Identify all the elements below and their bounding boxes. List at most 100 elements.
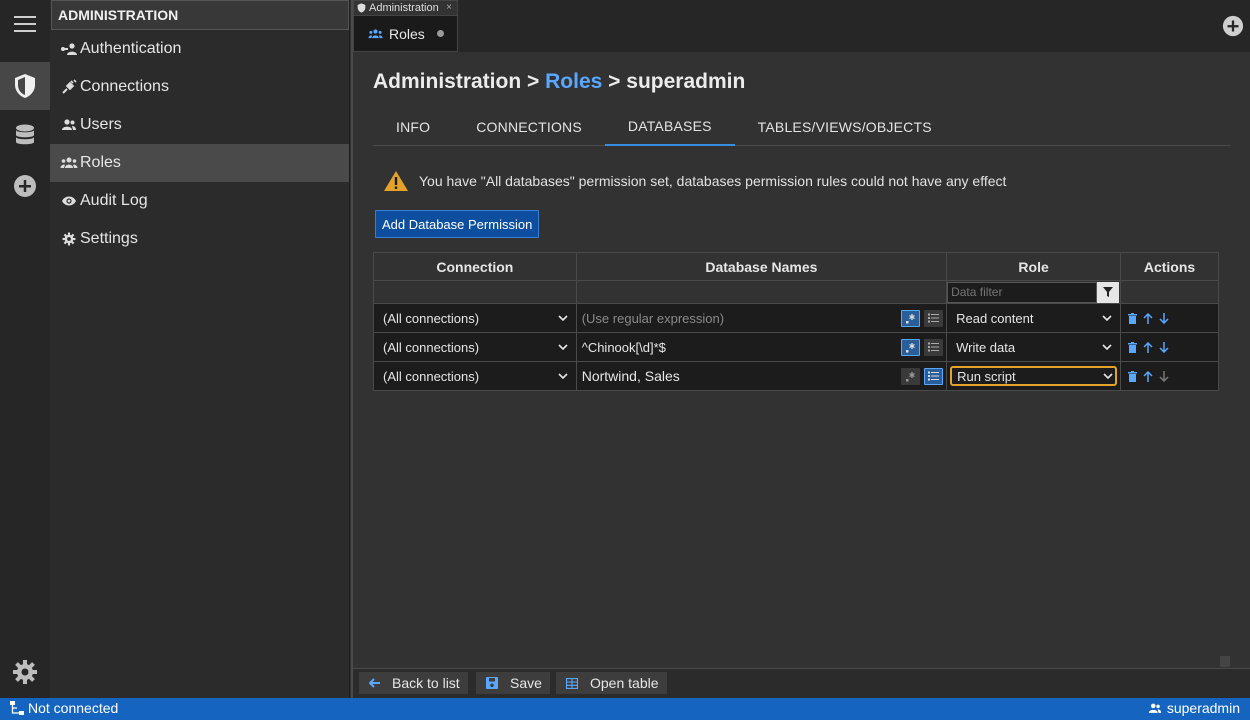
current-user[interactable]: superadmin <box>1148 700 1240 716</box>
connection-status[interactable]: Not connected <box>10 700 118 716</box>
plus-circle-icon <box>1222 15 1244 37</box>
filter-cell-empty <box>373 280 577 304</box>
arrow-up-icon[interactable] <box>1143 341 1153 353</box>
arrow-up-icon[interactable] <box>1143 370 1153 382</box>
connection-cell: (All connections) <box>373 303 577 333</box>
role-cell: Run script <box>946 361 1122 391</box>
sidebar-item-authentication[interactable]: Authentication <box>50 30 349 68</box>
unsaved-dot-icon <box>436 30 444 37</box>
save-label: Save <box>510 675 542 691</box>
sidebar-title: ADMINISTRATION <box>51 0 349 30</box>
sidebar-item-roles[interactable]: Roles <box>50 144 349 182</box>
breadcrumb-separator: > <box>608 70 621 93</box>
chevron-down-icon <box>558 344 568 350</box>
filter-icon <box>1103 287 1114 297</box>
regex-icon <box>906 371 915 381</box>
main-panel: Administration × Roles Administration > … <box>351 0 1250 698</box>
scrollbar-handle[interactable] <box>1220 656 1230 667</box>
database-input[interactable]: (Use regular expression) <box>582 311 897 326</box>
chevron-down-icon <box>1103 373 1113 379</box>
sidebar-item-label: Audit Log <box>80 192 148 209</box>
admin-rail-button[interactable] <box>0 62 50 110</box>
arrow-up-icon[interactable] <box>1143 312 1153 324</box>
tab-tables-views-objects[interactable]: TABLES/VIEWS/OBJECTS <box>735 108 955 146</box>
breadcrumb: Administration > Roles > superadmin <box>373 70 745 94</box>
status-bar: Not connected superadmin <box>0 698 1250 720</box>
save-button[interactable]: Save <box>476 672 550 694</box>
header-role: Role <box>946 252 1122 281</box>
sidebar-item-connections[interactable]: Connections <box>50 68 349 106</box>
tab-roles[interactable]: Roles <box>353 16 458 52</box>
close-icon[interactable]: × <box>446 1 452 15</box>
sidebar-item-label: Authentication <box>80 40 182 57</box>
sidebar-item-label: Roles <box>80 154 121 171</box>
plus-circle-icon <box>14 175 36 197</box>
tab-info[interactable]: INFO <box>373 108 453 146</box>
list-toggle-button[interactable] <box>924 338 944 356</box>
regex-toggle-button[interactable] <box>901 338 921 356</box>
chevron-down-icon <box>1102 344 1112 350</box>
plug-icon <box>60 79 78 95</box>
sidebar-item-audit-log[interactable]: Audit Log <box>50 182 349 220</box>
connection-select[interactable]: (All connections) <box>374 334 576 361</box>
connection-select[interactable]: (All connections) <box>374 363 576 390</box>
filter-cell-empty <box>1120 280 1219 304</box>
arrow-down-icon[interactable] <box>1159 312 1169 324</box>
open-table-button[interactable]: Open table <box>556 672 667 694</box>
arrow-down-icon[interactable] <box>1159 341 1169 353</box>
role-filter-input[interactable] <box>947 281 1098 303</box>
database-cell: Nortwind, Sales <box>575 361 948 391</box>
network-icon <box>10 701 24 715</box>
warning-icon <box>384 171 408 191</box>
tab-connections[interactable]: CONNECTIONS <box>453 108 605 146</box>
connection-cell: (All connections) <box>373 332 577 362</box>
list-toggle-button[interactable] <box>924 367 944 385</box>
role-select[interactable]: Read content <box>947 305 1120 332</box>
arrow-left-icon <box>369 678 380 688</box>
filter-cell-empty <box>575 280 948 304</box>
roles-icon <box>368 28 383 38</box>
sidebar-item-users[interactable]: Users <box>50 106 349 144</box>
breadcrumb-roles-link[interactable]: Roles <box>545 70 602 93</box>
add-tab-button[interactable] <box>1222 15 1244 42</box>
database-rail-button[interactable] <box>0 112 50 160</box>
header-connection: Connection <box>373 252 577 281</box>
role-select[interactable]: Write data <box>947 334 1120 361</box>
sidebar-item-label: Settings <box>80 230 138 247</box>
chevron-down-icon <box>558 373 568 379</box>
settings-rail-button[interactable] <box>0 648 50 696</box>
actions-cell <box>1120 361 1219 391</box>
back-to-list-button[interactable]: Back to list <box>359 672 468 694</box>
tab-roles-label: Roles <box>389 25 425 42</box>
connection-select[interactable]: (All connections) <box>374 305 576 332</box>
regex-toggle-button[interactable] <box>901 309 921 327</box>
add-database-permission-button[interactable]: Add Database Permission <box>375 210 540 238</box>
tab-administration[interactable]: Administration × <box>353 0 458 16</box>
filter-button[interactable] <box>1097 281 1120 303</box>
actions-cell <box>1120 303 1219 333</box>
tab-databases[interactable]: DATABASES <box>604 108 735 146</box>
permissions-table: Connection Database Names Role Actions D… <box>373 252 1219 391</box>
admin-sidebar: ADMINISTRATION Authentication Connection… <box>50 0 350 698</box>
role-filter-cell <box>946 280 1122 304</box>
current-user-name: superadmin <box>1166 700 1240 716</box>
add-rail-button[interactable] <box>0 162 50 210</box>
trash-icon[interactable] <box>1128 312 1138 324</box>
breadcrumb-administration: Administration <box>373 70 522 93</box>
database-input[interactable]: Nortwind, Sales <box>582 368 897 384</box>
open-table-label: Open table <box>590 675 659 691</box>
sidebar-item-label: Connections <box>80 78 169 95</box>
menu-button[interactable] <box>0 0 50 48</box>
filter-row <box>373 280 1219 304</box>
role-select[interactable]: Run script <box>950 366 1118 386</box>
trash-icon[interactable] <box>1128 370 1138 382</box>
sidebar-item-settings[interactable]: Settings <box>50 220 349 258</box>
trash-icon[interactable] <box>1128 341 1138 353</box>
back-to-list-label: Back to list <box>392 675 460 691</box>
list-toggle-button[interactable] <box>924 309 944 327</box>
warning-message: You have "All databases" permission set,… <box>383 170 1006 192</box>
database-input[interactable]: ^Chinook[\d]*$ <box>582 340 897 355</box>
regex-toggle-button[interactable] <box>901 367 921 385</box>
role-select-value: Read content <box>956 310 1034 326</box>
list-icon <box>928 342 940 352</box>
